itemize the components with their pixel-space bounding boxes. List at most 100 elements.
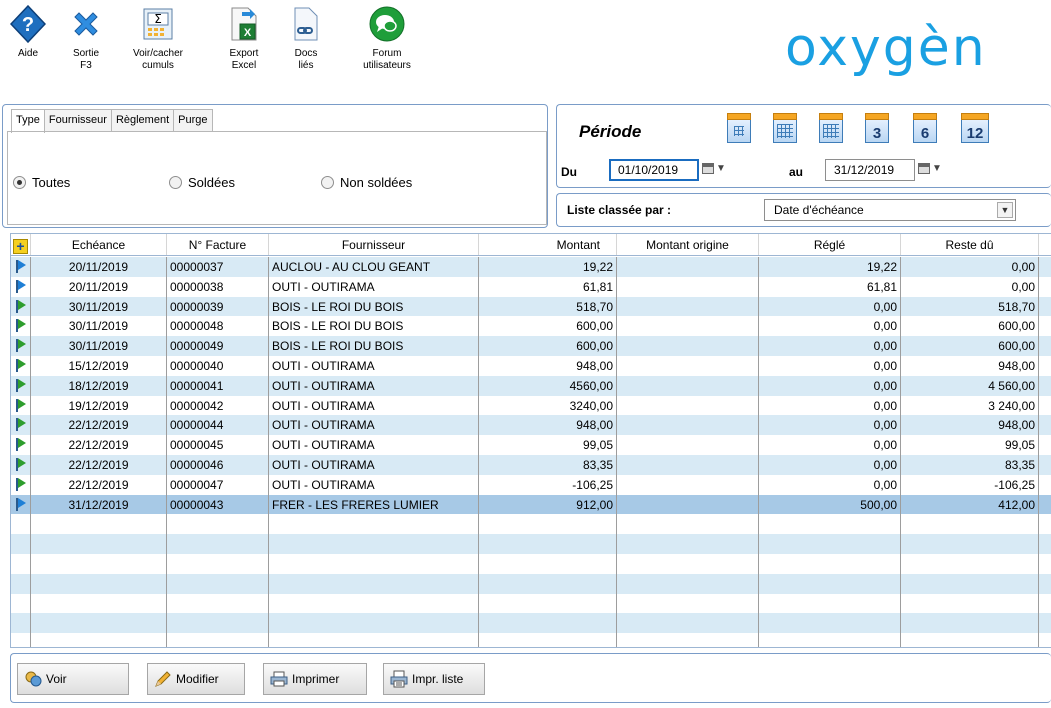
- col-montant-origine[interactable]: Montant origine: [617, 234, 759, 255]
- col-fournisseur[interactable]: Fournisseur: [269, 234, 479, 255]
- export-excel-label: Export Excel: [229, 48, 259, 71]
- montant-cell: 518,70: [479, 296, 617, 317]
- facture-cell: [167, 593, 269, 614]
- table-row[interactable]: 18/12/2019 00000041 OUTI - OUTIRAMA 4560,00…: [11, 375, 1051, 396]
- col-montant[interactable]: Montant: [479, 234, 617, 255]
- date-to-picker[interactable]: ▼: [918, 163, 942, 174]
- col-reste[interactable]: Reste dû: [901, 234, 1039, 255]
- help-button[interactable]: ? Aide: [6, 4, 50, 60]
- flag-icon: [15, 378, 26, 392]
- table-row[interactable]: 15/12/2019 00000040 OUTI - OUTIRAMA 948,00 0…: [11, 355, 1051, 376]
- table-row[interactable]: 22/12/2019 00000044 OUTI - OUTIRAMA 948,00 0…: [11, 415, 1051, 436]
- calendar-day-icon[interactable]: [727, 113, 751, 143]
- table-row[interactable]: 30/11/2019 00000049 BOIS - LE ROI DU BOIS 6…: [11, 336, 1051, 356]
- calendar-3-months-icon[interactable]: 3: [865, 113, 889, 143]
- export-excel-button[interactable]: X Export Excel: [222, 4, 266, 72]
- toolbar: ? Aide Sortie F3 Σ Voir/cacher cumuls X …: [0, 0, 1051, 100]
- regle-cell: [759, 514, 901, 535]
- flag-icon: [15, 279, 26, 293]
- fournisseur-cell: [269, 514, 479, 535]
- table-row[interactable]: 22/12/2019 00000047 OUTI - OUTIRAMA -106,25…: [11, 474, 1051, 495]
- table-row[interactable]: 22/12/2019 00000045 OUTI - OUTIRAMA 99,05 0,…: [11, 435, 1051, 455]
- date-from-input[interactable]: 01/10/2019: [609, 159, 699, 181]
- table-row[interactable]: 20/11/2019 00000037 AUCLOU - AU CLOU GEANT…: [11, 257, 1051, 277]
- echeance-cell: [31, 633, 167, 647]
- sort-select[interactable]: Date d'échéance ▼: [764, 199, 1016, 221]
- flag-icon: [15, 497, 26, 511]
- montant-origine-cell: [617, 395, 759, 416]
- period-panel: Période 3 6 12 Du 01/10/2019 ▼ au 31/12/…: [556, 104, 1051, 188]
- toggle-cumuls-button[interactable]: Σ Voir/cacher cumuls: [130, 4, 186, 72]
- table-row[interactable]: 20/11/2019 00000038 OUTI - OUTIRAMA 61,81 61…: [11, 276, 1051, 297]
- tab-type[interactable]: Type: [11, 109, 45, 133]
- radio-non-soldees[interactable]: Non soldées: [321, 175, 412, 190]
- montant-cell: 912,00: [479, 494, 617, 515]
- regle-cell: 0,00: [759, 355, 901, 376]
- radio-dot: [169, 176, 182, 189]
- print-list-icon: [390, 670, 408, 688]
- linked-docs-icon: [288, 4, 324, 44]
- table-row[interactable]: 30/11/2019 00000039 BOIS - LE ROI DU BOIS 5…: [11, 296, 1051, 317]
- fournisseur-cell: BOIS - LE ROI DU BOIS: [269, 336, 479, 356]
- fournisseur-cell: OUTI - OUTIRAMA: [269, 395, 479, 416]
- col-echeance[interactable]: Echéance: [31, 234, 167, 255]
- grid-rows: 20/11/2019 00000037 AUCLOU - AU CLOU GEANT…: [11, 257, 1051, 647]
- period-title: Période: [579, 122, 642, 141]
- sigma-icon: Σ: [140, 4, 176, 44]
- calendar-6-months-icon[interactable]: 6: [913, 113, 937, 143]
- table-row[interactable]: 30/11/2019 00000048 BOIS - LE ROI DU BOIS 6…: [11, 316, 1051, 337]
- chevron-down-icon[interactable]: ▼: [997, 202, 1013, 218]
- exit-button[interactable]: Sortie F3: [66, 4, 106, 72]
- reste-cell: [901, 553, 1039, 574]
- status-flag-cell: [11, 454, 31, 475]
- table-row[interactable]: 19/12/2019 00000042 OUTI - OUTIRAMA 3240,00…: [11, 395, 1051, 416]
- regle-cell: 0,00: [759, 454, 901, 475]
- table-row[interactable]: 31/12/2019 00000043 FRER - LES FRERES LUMI…: [11, 494, 1051, 515]
- reste-cell: [901, 633, 1039, 647]
- tab-purge[interactable]: Purge: [173, 109, 213, 131]
- montant-cell: 4560,00: [479, 375, 617, 396]
- edit-button[interactable]: Modifier: [147, 663, 245, 695]
- table-row[interactable]: 22/12/2019 00000046 OUTI - OUTIRAMA 83,35 0,…: [11, 454, 1051, 475]
- reste-cell: -106,25: [901, 474, 1039, 495]
- exit-label: Sortie F3: [72, 48, 100, 71]
- flag-icon: [15, 418, 26, 432]
- montant-cell: 83,35: [479, 454, 617, 475]
- montant-origine-cell: [617, 613, 759, 634]
- forum-button[interactable]: Forum utilisateurs: [354, 4, 420, 72]
- tab-fournisseur[interactable]: Fournisseur: [43, 109, 112, 131]
- facture-cell: 00000044: [167, 415, 269, 436]
- view-button[interactable]: Voir: [17, 663, 129, 695]
- chevron-down-icon: ▼: [932, 163, 942, 174]
- reste-cell: [901, 514, 1039, 535]
- date-from-picker[interactable]: ▼: [702, 163, 726, 174]
- echeance-cell: 20/11/2019: [31, 276, 167, 297]
- col-facture[interactable]: N° Facture: [167, 234, 269, 255]
- regle-cell: 61,81: [759, 276, 901, 297]
- print-list-button[interactable]: Impr. liste: [383, 663, 485, 695]
- radio-toutes[interactable]: Toutes: [13, 175, 70, 190]
- facture-cell: [167, 534, 269, 554]
- tab-reglement[interactable]: Règlement: [110, 109, 175, 131]
- date-to-input[interactable]: 31/12/2019: [825, 159, 915, 181]
- regle-cell: 0,00: [759, 395, 901, 416]
- regle-cell: [759, 593, 901, 614]
- col-regle[interactable]: Réglé: [759, 234, 901, 255]
- au-label: au: [789, 165, 804, 179]
- facture-cell: 00000048: [167, 316, 269, 337]
- sort-label: Liste classée par :: [567, 203, 672, 217]
- excel-icon: X: [226, 4, 262, 44]
- exit-icon: [68, 4, 104, 44]
- calendar-week-icon[interactable]: [773, 113, 797, 143]
- calendar-month-icon[interactable]: [819, 113, 843, 143]
- echeance-cell: [31, 534, 167, 554]
- facture-cell: [167, 573, 269, 594]
- linked-docs-button[interactable]: Docs liés: [286, 4, 326, 72]
- calendar-12-months-icon[interactable]: 12: [961, 113, 989, 143]
- sort-value: Date d'échéance: [774, 203, 864, 217]
- add-column-header[interactable]: +: [11, 234, 31, 255]
- montant-cell: [479, 514, 617, 535]
- radio-soldees[interactable]: Soldées: [169, 175, 235, 190]
- montant-origine-cell: [617, 573, 759, 594]
- print-button[interactable]: Imprimer: [263, 663, 367, 695]
